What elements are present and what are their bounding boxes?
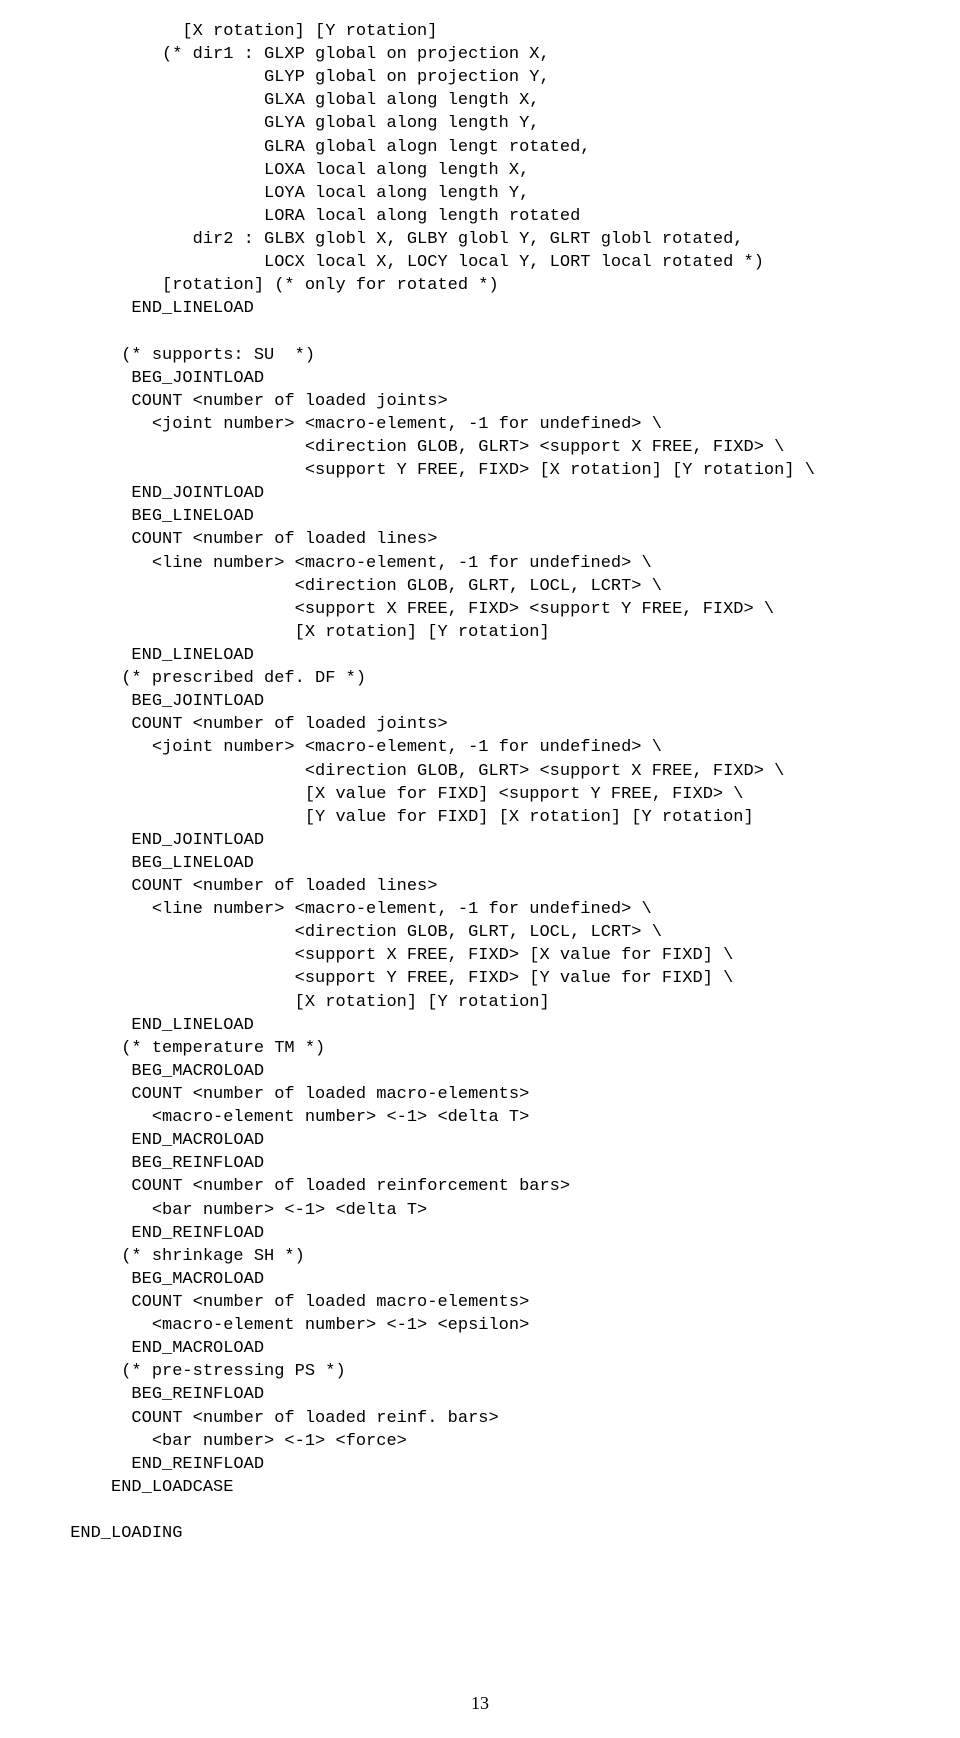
page-number: 13 (0, 1693, 960, 1714)
code-block: [X rotation] [Y rotation] (* dir1 : GLXP… (60, 20, 900, 1545)
document-page: [X rotation] [Y rotation] (* dir1 : GLXP… (0, 0, 960, 1738)
